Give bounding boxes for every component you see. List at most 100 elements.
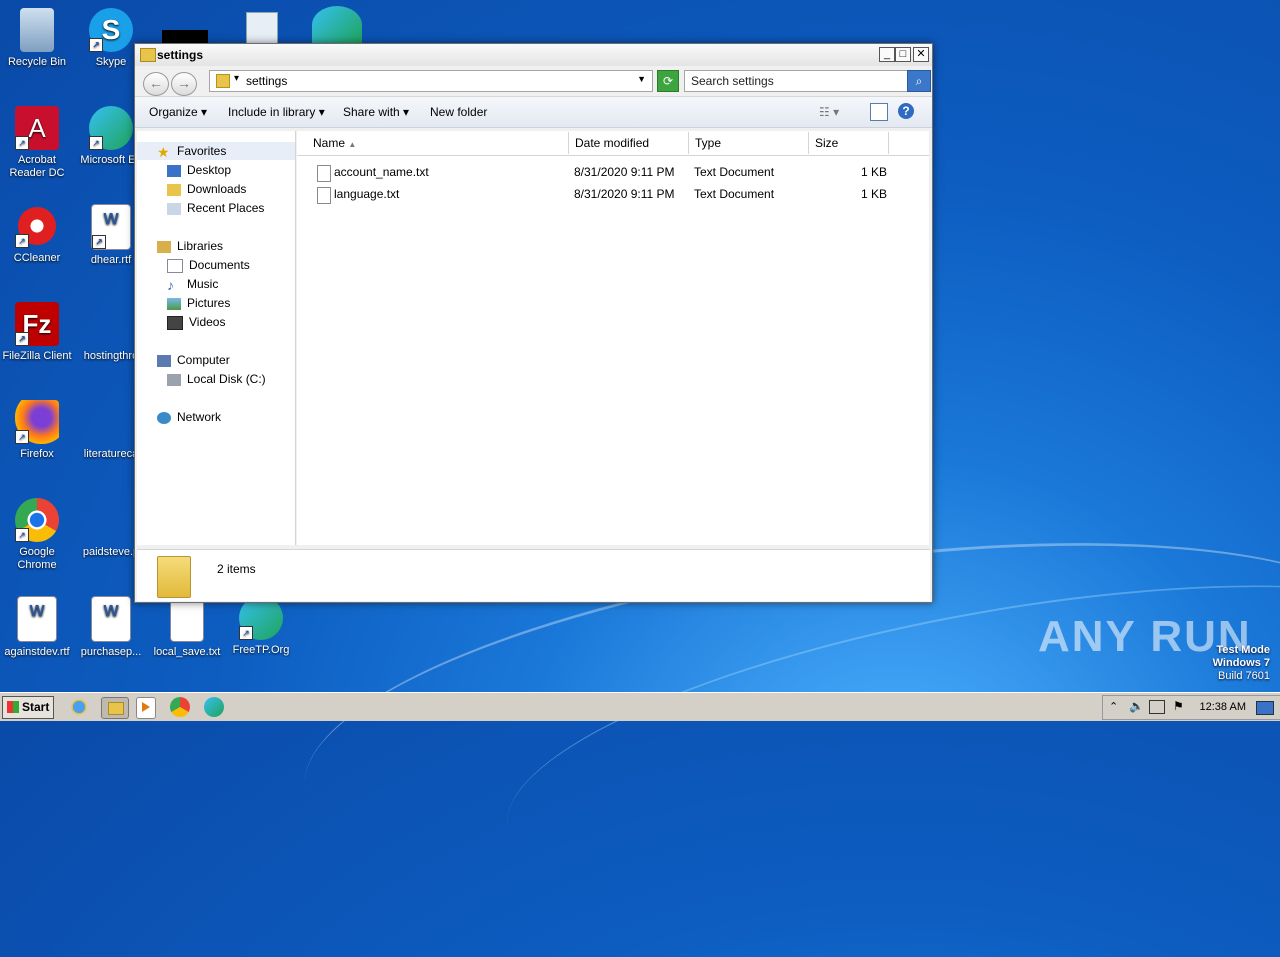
address-path: settings [246, 74, 288, 88]
blank-file-icon [89, 498, 133, 542]
folder-icon [216, 74, 230, 88]
recycle-bin-icon [20, 8, 54, 52]
navigation-pane: ★ Favorites Desktop Downloads Recent Plac… [137, 131, 296, 545]
blank-file-icon [89, 400, 133, 444]
nav-computer[interactable]: Computer [157, 351, 230, 369]
folder-icon [157, 556, 191, 598]
word-doc-icon: W ↗ [91, 204, 131, 250]
nav-downloads[interactable]: Downloads [167, 180, 246, 198]
nav-desktop[interactable]: Desktop [167, 161, 231, 179]
column-date-modified[interactable]: Date modified [569, 132, 689, 154]
desktop-icon-acrobat[interactable]: A ↗ Acrobat Reader DC [0, 106, 74, 180]
preview-pane-icon[interactable] [870, 103, 888, 121]
organize-menu[interactable]: Organize ▾ [149, 105, 207, 119]
folder-icon [140, 48, 156, 62]
show-desktop-icon[interactable] [1256, 701, 1274, 715]
address-dropdown-icon[interactable]: ▼ [637, 74, 646, 84]
refresh-button[interactable]: ⟳ [657, 70, 679, 92]
text-file-icon [317, 165, 331, 182]
skype-icon: S ↗ [89, 8, 133, 52]
edge-icon[interactable] [204, 697, 224, 717]
black-icon [162, 30, 208, 44]
nav-libraries[interactable]: Libraries [157, 237, 223, 255]
explorer-taskbar-button[interactable] [101, 697, 129, 719]
downloads-icon [167, 183, 181, 196]
address-bar-row: ← → ▾ settings ▼ ⟳ Search settings ⌕ [135, 66, 932, 97]
network-icon [157, 411, 171, 424]
address-bar[interactable]: ▾ settings ▼ [209, 70, 653, 92]
title-bar[interactable]: settings _ □ ✕ [135, 44, 932, 66]
desktop-icon-ccleaner[interactable]: ↗ CCleaner [0, 204, 74, 265]
desktop-icon-recycle-bin[interactable]: Recycle Bin [0, 8, 74, 69]
computer-icon [157, 354, 171, 367]
maximize-button[interactable]: □ [895, 47, 911, 62]
column-size[interactable]: Size [809, 132, 889, 154]
libraries-icon [157, 240, 171, 253]
volume-icon[interactable]: 🔈 [1129, 699, 1144, 713]
play-icon [142, 702, 150, 712]
pictures-icon [167, 297, 181, 310]
column-type[interactable]: Type [689, 132, 809, 154]
item-count: 2 items [217, 562, 256, 576]
desktop-icon-purchasep[interactable]: W purchasep... [74, 596, 148, 659]
start-button[interactable]: Start [2, 696, 54, 719]
music-icon: ♪ [167, 276, 174, 293]
text-file-icon [317, 187, 331, 204]
nav-recent-places[interactable]: Recent Places [167, 199, 264, 217]
desktop-icon-filezilla[interactable]: Fz ↗ FileZilla Client [0, 302, 74, 363]
file-row[interactable]: language.txt 8/31/2020 9:11 PM Text Docu… [297, 184, 929, 204]
clock[interactable]: 12:38 AM [1200, 701, 1246, 713]
file-list-pane: Name ▲ Date modified Type Size account_n… [297, 131, 929, 545]
search-icon[interactable]: ⌕ [907, 70, 931, 92]
test-mode-watermark: Test Mode Windows 7 Build 7601 [1212, 644, 1270, 682]
word-doc-icon: W [17, 596, 57, 642]
chrome-icon[interactable] [170, 697, 190, 717]
share-with-menu[interactable]: Share with ▾ [343, 105, 409, 119]
explorer-window: settings _ □ ✕ ← → ▾ settings ▼ ⟳ Search… [134, 43, 933, 603]
column-header-bar: Name ▲ Date modified Type Size [297, 131, 929, 156]
nav-favorites[interactable]: ★ Favorites [137, 142, 295, 160]
nav-documents[interactable]: Documents [167, 256, 250, 274]
nav-music[interactable]: ♪ Music [167, 275, 218, 293]
desktop-icon [167, 164, 181, 177]
desktop-icon-freetp[interactable]: ↗ FreeTP.Org [224, 596, 298, 657]
desktop-icon-againstdev[interactable]: W againstdev.rtf [0, 596, 74, 659]
nav-network[interactable]: Network [157, 408, 221, 426]
internet-explorer-icon[interactable] [68, 697, 90, 717]
new-folder-button[interactable]: New folder [430, 105, 487, 119]
desktop-icon-local-save[interactable]: local_save.txt [150, 596, 224, 659]
back-button[interactable]: ← [143, 72, 169, 96]
column-name[interactable]: Name ▲ [307, 132, 569, 154]
desktop-icon-chrome[interactable]: ↗ Google Chrome [0, 498, 74, 572]
windows-logo-icon [7, 701, 19, 713]
forward-button[interactable]: → [171, 72, 197, 96]
include-in-library-menu[interactable]: Include in library ▾ [228, 105, 325, 119]
search-input[interactable]: Search settings ⌕ [684, 70, 931, 92]
documents-icon [167, 258, 183, 273]
minimize-button[interactable]: _ [879, 47, 895, 62]
settings-doc-icon [246, 12, 278, 46]
show-hidden-icons-icon[interactable]: ⌃ [1109, 700, 1118, 713]
network-status-icon[interactable] [1149, 700, 1165, 714]
recent-places-icon [167, 202, 181, 215]
file-row[interactable]: account_name.txt 8/31/2020 9:11 PM Text … [297, 162, 929, 182]
desktop-icon-firefox[interactable]: ↗ Firefox [0, 400, 74, 461]
close-button[interactable]: ✕ [913, 47, 929, 62]
system-tray: ⌃ 🔈 ⚑ 12:38 AM [1102, 695, 1280, 720]
search-placeholder: Search settings [691, 74, 774, 88]
taskbar: Start ⌃ 🔈 ⚑ 12:38 AM [0, 692, 1280, 721]
window-title: settings [157, 48, 204, 62]
nav-pictures[interactable]: Pictures [167, 294, 230, 312]
edge-icon: ↗ [89, 106, 133, 150]
media-player-icon[interactable] [136, 697, 156, 719]
action-center-flag-icon[interactable]: ⚑ [1173, 699, 1184, 713]
disk-icon [167, 373, 181, 386]
word-doc-icon: W [91, 596, 131, 642]
chrome-icon: ↗ [15, 498, 59, 542]
view-options-icon[interactable]: ☷ ▾ [819, 105, 839, 119]
nav-videos[interactable]: Videos [167, 313, 225, 331]
chevron-down-icon[interactable]: ▾ [234, 73, 239, 84]
nav-local-disk[interactable]: Local Disk (C:) [167, 370, 266, 388]
help-icon[interactable]: ? [898, 103, 914, 119]
firefox-icon: ↗ [15, 400, 59, 444]
